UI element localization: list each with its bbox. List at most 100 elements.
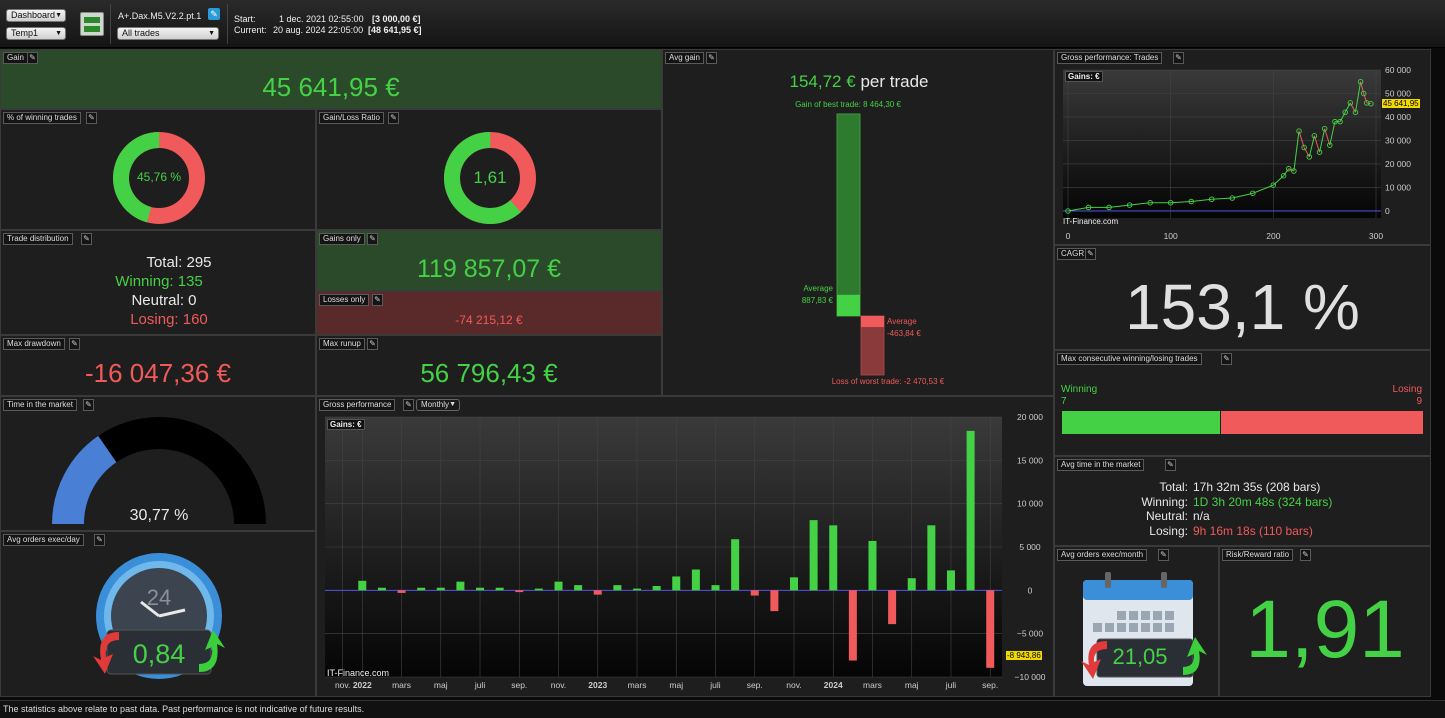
monthly-bar [476,587,485,591]
losing-count: 9 [1416,396,1422,407]
monthly-bar [907,578,916,591]
gauge-fill [52,435,117,525]
panel-title: CAGR [1057,248,1089,260]
max-runup-panel: Max runup ✎ 56 796,43 € [316,335,662,396]
panel-title: Gains only [319,233,365,245]
gain-value: 45 641,95 € [262,72,400,102]
neutral-trades: Neutral: 0 [131,292,197,309]
avg-orders-day-panel: Avg orders exec/day ✎ 24 0,84 [0,531,316,697]
wrench-icon[interactable]: ✎ [1165,459,1176,471]
losing-value: 9h 16m 18s (110 bars) [1193,523,1313,538]
y-tick-label: 5 000 [1019,542,1041,552]
x-tick-label: nov. [551,680,566,690]
panel-title: Avg time in the market [1057,459,1145,471]
panel-title: Losses only [319,294,370,306]
y-tick-label: 20 000 [1017,412,1043,422]
x-tick-label: sep. [747,680,763,690]
winning-value: 1D 3h 20m 48s (324 bars) [1193,494,1333,509]
template-select-value: Temp1 [11,28,39,38]
clock-icon: 24 [93,553,225,679]
credit-label: IT-Finance.com [327,668,390,678]
monthly-bar [848,590,857,661]
gains-only-value: 119 857,07 € [416,255,562,283]
x-tick-label: maj [669,680,683,690]
max-drawdown-value: -16 047,36 € [84,358,231,388]
wrench-icon[interactable]: ✎ [367,233,378,245]
x-tick-label: juli [945,680,957,690]
avg-win-label: Average [803,284,833,293]
monthly-bar [633,588,642,591]
calendar-header [1083,580,1193,600]
time-in-market-value: 30,77 % [129,507,189,524]
gross-trades-panel: Gross performance: Trades ✎ 0 100 200 300 60… [1054,49,1431,245]
winning-label: Winning [1061,384,1098,395]
monthly-bar [750,590,759,596]
monthly-bar [672,576,681,591]
gross-performance-panel: Gross performance ✎ Monthly ▼ nov. 2022 mar… [316,396,1054,697]
chevron-down-icon: ▼ [55,30,62,37]
cagr-panel: CAGR ✎ 153,1 % [1054,245,1431,350]
strategy-icon[interactable] [80,12,104,36]
start-date: 1 dec. 2021 02:55:00 [279,14,364,24]
avg-orders-month-panel: Avg orders exec/month ✎ 21,05 [1054,546,1219,697]
wrench-icon[interactable]: ✎ [69,338,80,350]
monthly-bar [789,577,798,591]
chart-label: Gains: € [327,419,365,430]
total-value: 17h 32m 35s (208 bars) [1193,480,1321,494]
total-label: Total: [1159,480,1188,494]
trade-distribution-panel: Trade distribution ✎ Total: 295 Winning:… [0,230,316,335]
gain-loss-ratio-value: 1,61 [473,168,507,187]
losing-trades: Losing: 160 [130,311,208,328]
dashboard-select-value: Dashboard [11,10,56,20]
monthly-bar [966,430,975,591]
trades-filter-select[interactable]: All trades ▼ [117,27,219,40]
risk-reward-value: 1,91 [1245,584,1405,675]
calendar-ring [1161,572,1167,588]
x-tick-label: maj [905,680,919,690]
y-tick-label: −10 000 [1015,672,1046,682]
monthly-bar [397,590,406,593]
x-tick-label: 0 [1066,231,1071,241]
x-tick-label: nov. [786,680,801,690]
avg-gain-chart [836,113,885,376]
x-tick-label: 200 [1266,231,1280,241]
losing-label: Losing [1392,384,1422,395]
x-tick-label: nov. [335,680,350,690]
total-trades: Total: 295 [146,254,212,271]
trades-filter-value: All trades [122,28,160,38]
edit-icon[interactable]: ✎ [208,8,220,20]
y-tick-label: 60 000 [1385,65,1411,75]
wrench-icon[interactable]: ✎ [81,233,92,245]
last-value-badge: -8 943,86 [1006,651,1042,660]
x-tick-label: juli [474,680,486,690]
dashboard-select[interactable]: Dashboard ▼ [6,9,66,22]
avg-gain-panel: Avg gain ✎ 154,72 € per trade Gain of be… [662,49,1054,396]
gain-panel: Gain ✎ 45 641,95 € [0,49,662,109]
wrench-icon[interactable]: ✎ [27,52,38,64]
avg-loss-label: Average [887,317,917,326]
wrench-icon[interactable]: ✎ [1085,248,1096,260]
monthly-bar [456,581,465,591]
avg-orders-month-value: 21,05 [1112,644,1168,669]
template-select[interactable]: Temp1 ▼ [6,27,66,40]
gains-only-panel: Gains only ✎ 119 857,07 € [316,230,662,291]
x-tick-label: mars [392,680,411,690]
monthly-bar [809,520,818,591]
x-tick-label: 2024 [824,680,843,690]
monthly-bar [731,539,740,591]
panel-title: Max drawdown [3,338,65,350]
wrench-icon[interactable]: ✎ [1300,549,1311,561]
wrench-icon[interactable]: ✎ [1221,353,1232,365]
monthly-bar [515,590,524,593]
avg-orders-day-value: 0,84 [132,639,186,669]
monthly-bar [829,525,838,591]
y-tick-label: 10 000 [1385,182,1411,192]
wrench-icon[interactable]: ✎ [367,338,378,350]
current-value: [48 641,95 €] [368,25,422,35]
max-drawdown-panel: Max drawdown ✎ -16 047,36 € [0,335,316,396]
wrench-icon[interactable]: ✎ [372,294,383,306]
monthly-bar [358,580,367,591]
gain-loss-ratio-panel: Gain/Loss Ratio ✎ 1,61 [316,109,662,230]
monthly-bar [534,588,543,591]
monthly-bar [711,585,720,591]
